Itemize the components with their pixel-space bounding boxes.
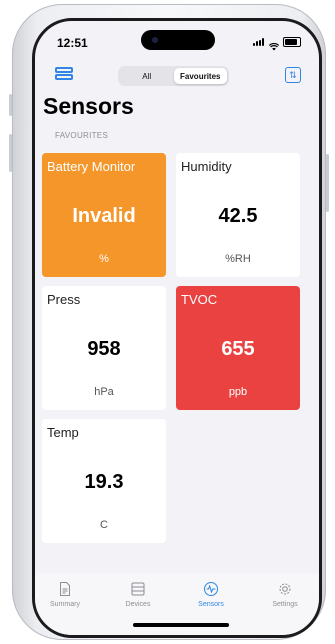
tab-devices[interactable]: Devices bbox=[110, 581, 166, 608]
dynamic-island bbox=[141, 30, 215, 50]
list-icon[interactable] bbox=[55, 67, 73, 83]
segment-favourites[interactable]: Favourites bbox=[173, 68, 227, 84]
tile-name: Press bbox=[47, 292, 81, 307]
status-time: 12:51 bbox=[57, 36, 88, 50]
signal-icon bbox=[253, 38, 265, 46]
sensor-tile-humidity[interactable]: Humidity 42.5 %RH bbox=[176, 153, 300, 277]
devices-icon bbox=[131, 582, 145, 596]
tile-unit: % bbox=[99, 253, 109, 265]
sensor-tile-press[interactable]: Press 958 hPa bbox=[42, 286, 166, 410]
segment-all[interactable]: All bbox=[120, 68, 174, 84]
status-icons bbox=[253, 37, 301, 51]
sensor-tile-tvoc[interactable]: TVOC 655 ppb bbox=[176, 286, 300, 410]
volume-button bbox=[9, 134, 12, 172]
section-header: FAVOURITES bbox=[55, 131, 109, 140]
top-bar: All Favourites ⇅ bbox=[35, 63, 319, 89]
tile-value: Invalid bbox=[72, 205, 136, 227]
silent-switch bbox=[9, 94, 12, 116]
sort-icon[interactable]: ⇅ bbox=[285, 67, 301, 83]
tab-label: Devices bbox=[125, 601, 151, 608]
tab-sensors[interactable]: Sensors bbox=[183, 581, 239, 608]
battery-icon bbox=[283, 37, 301, 47]
tile-unit: C bbox=[100, 519, 108, 531]
tile-name: Battery Monitor bbox=[47, 159, 136, 174]
tile-value: 19.3 bbox=[84, 471, 124, 493]
wifi-icon bbox=[268, 38, 280, 51]
tile-name: TVOC bbox=[181, 292, 218, 307]
tab-label: Sensors bbox=[198, 601, 224, 608]
tile-value: 42.5 bbox=[218, 205, 258, 227]
tile-name: Humidity bbox=[181, 159, 232, 174]
side-button bbox=[326, 154, 329, 212]
tile-unit: %RH bbox=[225, 253, 251, 265]
phone-frame: 12:51 All Favourites ⇅ Sensors FAVOURITE… bbox=[9, 4, 329, 640]
filter-segmented-control[interactable]: All Favourites bbox=[118, 66, 229, 86]
tile-name: Temp bbox=[47, 425, 79, 440]
gear-icon bbox=[279, 583, 291, 595]
tab-label: Summary bbox=[50, 601, 80, 608]
tab-label: Settings bbox=[272, 601, 298, 608]
sensors-icon bbox=[204, 582, 218, 596]
tab-bar: Summary Devices Sensors Settings bbox=[35, 573, 319, 635]
tab-settings[interactable]: Settings bbox=[257, 581, 313, 608]
tile-unit: hPa bbox=[94, 386, 114, 398]
tile-value: 958 bbox=[87, 338, 121, 360]
camera-icon bbox=[152, 37, 158, 43]
document-icon bbox=[60, 582, 70, 596]
status-bar: 12:51 bbox=[35, 21, 319, 65]
tile-value: 655 bbox=[221, 338, 255, 360]
tile-unit: ppb bbox=[228, 386, 248, 398]
sensor-tile-battery[interactable]: Battery Monitor Invalid % bbox=[42, 153, 166, 277]
home-indicator[interactable] bbox=[133, 623, 229, 627]
tab-summary[interactable]: Summary bbox=[37, 581, 93, 608]
screen: 12:51 All Favourites ⇅ Sensors FAVOURITE… bbox=[32, 18, 322, 638]
page-title: Sensors bbox=[43, 93, 134, 119]
sensor-tile-temp[interactable]: Temp 19.3 C bbox=[42, 419, 166, 543]
